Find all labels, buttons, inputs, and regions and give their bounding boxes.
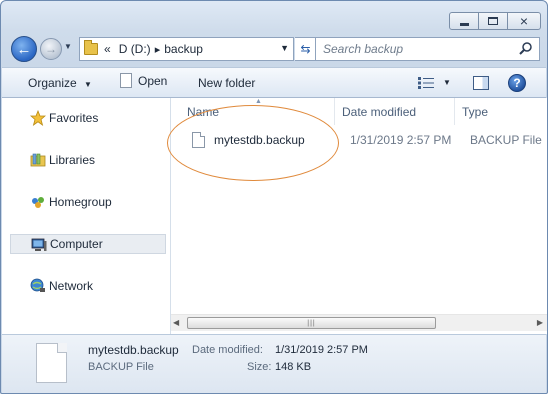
sidebar-label: Network — [49, 279, 94, 293]
breadcrumb-overflow[interactable]: « — [104, 42, 111, 56]
minimize-button[interactable] — [449, 12, 479, 30]
details-file-name: mytestdb.backup — [88, 343, 179, 357]
change-view-icon[interactable] — [418, 77, 434, 89]
sidebar-item-computer[interactable]: Computer — [10, 234, 166, 254]
close-icon: × — [519, 13, 529, 29]
scroll-left-icon[interactable]: ◀ — [173, 318, 179, 327]
details-date-modified-value: 1/31/2019 2:57 PM — [275, 344, 368, 356]
horizontal-scrollbar[interactable]: ◀ ||| ▶ — [171, 314, 547, 331]
back-button[interactable]: ← — [11, 36, 37, 62]
details-date-modified-label: Date modified: — [192, 344, 263, 356]
breadcrumb-chevron-icon[interactable]: ▸ — [155, 43, 161, 56]
maximize-icon — [488, 17, 498, 25]
maximize-button[interactable] — [478, 12, 508, 30]
file-date-modified: 1/31/2019 2:57 PM — [350, 133, 452, 147]
details-size-value: 148 KB — [275, 361, 312, 373]
organize-label: Organize — [28, 76, 77, 90]
details-file-type: BACKUP File — [88, 361, 154, 373]
grip-icon: ||| — [307, 319, 316, 327]
sidebar-label: Homegroup — [49, 195, 112, 209]
search-input[interactable]: Search backup — [315, 37, 540, 61]
column-label: Date modified — [342, 104, 417, 119]
sidebar-label: Favorites — [49, 111, 99, 125]
command-bar: Organize ▼ Open New folder ▼ ? — [2, 67, 546, 98]
sidebar-item-network[interactable]: Network — [10, 276, 166, 296]
libraries-icon — [30, 153, 46, 167]
column-label: Type — [462, 104, 489, 119]
address-bar[interactable]: « D (D:) ▸ backup ▼ — [79, 37, 294, 61]
organize-dropdown-icon: ▼ — [84, 80, 92, 89]
scrollbar-thumb[interactable]: ||| — [187, 317, 436, 329]
refresh-icon: ⇆ — [300, 42, 311, 56]
open-button[interactable]: Open — [120, 73, 167, 88]
caption-buttons: × — [449, 12, 541, 30]
computer-icon — [31, 238, 47, 251]
preview-pane-icon[interactable] — [473, 76, 489, 90]
star-icon — [30, 110, 46, 126]
file-type: BACKUP File — [470, 133, 542, 147]
close-button[interactable]: × — [507, 12, 541, 30]
new-folder-button[interactable]: New folder — [198, 76, 255, 90]
explorer-window: × ← → ▼ « D (D:) ▸ backup ▼ ⇆ Search bac… — [0, 0, 548, 394]
sidebar-label: Computer — [50, 237, 103, 251]
navigation-bar: ← → ▼ « D (D:) ▸ backup ▼ ⇆ Search backu… — [11, 35, 540, 63]
search-icon[interactable] — [518, 41, 534, 57]
breadcrumb-folder[interactable]: backup — [164, 42, 203, 56]
column-header-type[interactable]: Type — [455, 98, 547, 125]
sort-ascending-icon: ▲ — [255, 98, 262, 105]
sidebar-label: Libraries — [49, 153, 96, 167]
forward-arrow-icon: → — [45, 42, 57, 56]
folder-icon — [84, 40, 98, 55]
open-label: Open — [138, 73, 168, 88]
navigation-pane: Favorites Libraries Homegroup Computer N… — [2, 98, 171, 334]
details-size-label: Size: — [247, 361, 272, 373]
scroll-right-icon[interactable]: ▶ — [537, 318, 543, 327]
view-dropdown-icon[interactable]: ▼ — [443, 78, 451, 87]
file-preview-icon — [36, 343, 67, 383]
homegroup-icon — [32, 197, 44, 208]
details-pane: mytestdb.backup BACKUP File Date modifie… — [2, 334, 546, 393]
sidebar-item-favorites[interactable]: Favorites — [10, 108, 166, 128]
breadcrumb-drive[interactable]: D (D:) — [119, 42, 151, 56]
address-dropdown-icon[interactable]: ▼ — [280, 43, 289, 53]
history-dropdown-icon[interactable]: ▼ — [64, 42, 72, 51]
sidebar-item-homegroup[interactable]: Homegroup — [10, 192, 166, 212]
annotation-ellipse — [167, 105, 339, 181]
sidebar-item-libraries[interactable]: Libraries — [10, 150, 166, 170]
column-header-date-modified[interactable]: Date modified — [335, 98, 455, 125]
minimize-icon — [459, 22, 469, 26]
help-icon[interactable]: ? — [508, 74, 526, 92]
search-placeholder: Search backup — [323, 42, 404, 56]
document-icon — [120, 73, 132, 88]
organize-button[interactable]: Organize ▼ — [28, 76, 92, 90]
refresh-button[interactable]: ⇆ — [295, 37, 317, 61]
new-folder-label: New folder — [198, 76, 256, 90]
forward-button[interactable]: → — [40, 38, 62, 60]
back-arrow-icon: ← — [16, 40, 32, 58]
network-icon — [30, 278, 45, 292]
